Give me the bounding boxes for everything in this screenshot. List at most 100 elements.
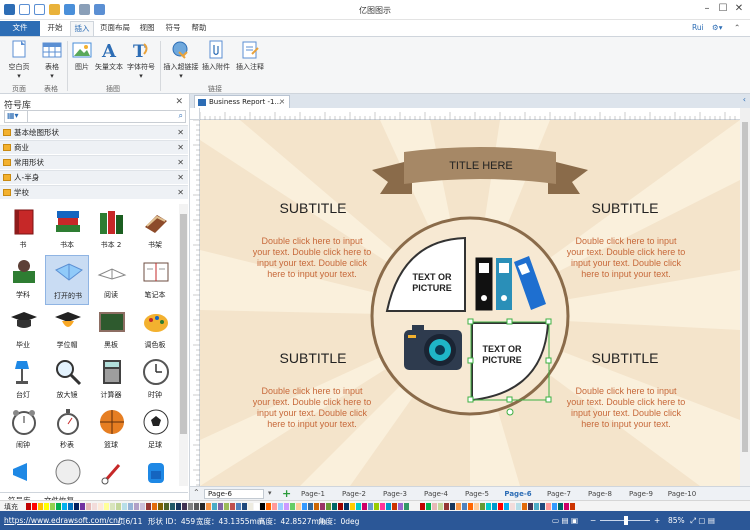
symbol-reading[interactable]: 阅读 bbox=[89, 255, 133, 305]
insert-note-button[interactable]: 插入注释 bbox=[234, 40, 266, 72]
library-category[interactable]: 商业 ✕ bbox=[0, 140, 188, 154]
color-swatch[interactable] bbox=[564, 503, 569, 510]
color-swatch[interactable] bbox=[474, 503, 479, 510]
color-swatch[interactable] bbox=[86, 503, 91, 510]
library-category[interactable]: 常用形状 ✕ bbox=[0, 155, 188, 169]
color-swatch[interactable] bbox=[296, 503, 301, 510]
symbol-blackboard[interactable]: 黑板 bbox=[89, 305, 133, 355]
color-swatch[interactable] bbox=[248, 503, 253, 510]
subtitle-bottom-left[interactable]: SUBTITLE bbox=[248, 350, 378, 366]
close-panel-icon[interactable]: ✕ bbox=[175, 97, 183, 107]
color-swatch[interactable] bbox=[134, 503, 139, 510]
color-swatch[interactable] bbox=[278, 503, 283, 510]
color-swatch[interactable] bbox=[398, 503, 403, 510]
canvas-scrollbar[interactable] bbox=[740, 108, 750, 486]
color-swatch[interactable] bbox=[314, 503, 319, 510]
color-swatch[interactable] bbox=[122, 503, 127, 510]
color-swatch[interactable] bbox=[206, 503, 211, 510]
subtitle-top-left[interactable]: SUBTITLE bbox=[248, 200, 378, 216]
color-swatch[interactable] bbox=[218, 503, 223, 510]
color-swatch[interactable] bbox=[92, 503, 97, 510]
close-category-icon[interactable]: ✕ bbox=[177, 126, 184, 139]
color-swatch[interactable] bbox=[528, 503, 533, 510]
page-dropdown-icon[interactable]: ▾ bbox=[268, 489, 272, 497]
page-collapse-icon[interactable]: ⌃ bbox=[193, 488, 200, 497]
symbol-desk-lamp[interactable]: 台灯 bbox=[1, 355, 45, 405]
color-swatch[interactable] bbox=[254, 503, 259, 510]
insert-hyperlink-button[interactable]: 插入超链接 ▾ bbox=[163, 40, 199, 80]
color-swatch[interactable] bbox=[236, 503, 241, 510]
tab-file[interactable]: 文件 bbox=[0, 21, 40, 36]
scrollbar-thumb[interactable] bbox=[180, 214, 187, 434]
color-swatch[interactable] bbox=[552, 503, 557, 510]
page-tab[interactable]: Page-1 bbox=[292, 490, 334, 498]
color-swatch[interactable] bbox=[320, 503, 325, 510]
color-swatch[interactable] bbox=[50, 503, 55, 510]
color-swatch[interactable] bbox=[74, 503, 79, 510]
zoom-level[interactable]: 85% bbox=[668, 516, 685, 525]
symbol-notebook[interactable]: 笔记本 bbox=[133, 255, 177, 305]
color-swatch[interactable] bbox=[104, 503, 109, 510]
symbol-bookshelf[interactable]: 书架 bbox=[133, 205, 177, 255]
color-swatch[interactable] bbox=[26, 503, 31, 510]
color-swatch[interactable] bbox=[456, 503, 461, 510]
color-swatch[interactable] bbox=[498, 503, 503, 510]
page-tab[interactable]: Page-8 bbox=[579, 490, 621, 498]
symbol-graduation[interactable]: 毕业 bbox=[1, 305, 45, 355]
color-swatch[interactable] bbox=[332, 503, 337, 510]
scrollbar-thumb[interactable] bbox=[742, 122, 748, 452]
symbol-stopwatch[interactable]: 秒表 bbox=[45, 405, 89, 455]
color-swatch[interactable] bbox=[170, 503, 175, 510]
body-text-bottom-left[interactable]: Double click here to input your text. Do… bbox=[252, 386, 372, 430]
symbol-mortarboard[interactable]: 学位帽 bbox=[45, 305, 89, 355]
color-swatch[interactable] bbox=[374, 503, 379, 510]
page-selector[interactable]: Page-6 bbox=[204, 489, 264, 499]
color-swatch[interactable] bbox=[152, 503, 157, 510]
color-swatch[interactable] bbox=[326, 503, 331, 510]
tab-view[interactable]: 视图 bbox=[134, 21, 160, 36]
color-swatch[interactable] bbox=[450, 503, 455, 510]
color-swatch[interactable] bbox=[350, 503, 355, 510]
color-swatch[interactable] bbox=[368, 503, 373, 510]
symbol-book[interactable]: 书 bbox=[1, 205, 45, 255]
zoom-out-icon[interactable]: − bbox=[590, 516, 596, 525]
color-swatch[interactable] bbox=[140, 503, 145, 510]
color-swatch[interactable] bbox=[158, 503, 163, 510]
body-text-bottom-right[interactable]: Double click here to input your text. Do… bbox=[566, 386, 686, 430]
color-swatch[interactable] bbox=[308, 503, 313, 510]
color-swatch[interactable] bbox=[128, 503, 133, 510]
zoom-in-icon[interactable]: + bbox=[654, 516, 660, 525]
color-swatch[interactable] bbox=[546, 503, 551, 510]
settings-gear-icon[interactable]: ⚙▾ bbox=[712, 23, 723, 32]
color-swatch[interactable] bbox=[200, 503, 205, 510]
color-swatch[interactable] bbox=[492, 503, 497, 510]
color-swatch[interactable] bbox=[266, 503, 271, 510]
title-text[interactable]: TITLE HERE bbox=[426, 160, 536, 172]
color-swatch[interactable] bbox=[522, 503, 527, 510]
zoom-slider-thumb[interactable] bbox=[624, 516, 628, 525]
color-swatch[interactable] bbox=[260, 503, 265, 510]
color-swatch[interactable] bbox=[38, 503, 43, 510]
page-tab[interactable]: Page-7 bbox=[538, 490, 580, 498]
body-text-top-right[interactable]: Double click here to input your text. Do… bbox=[566, 236, 686, 280]
symbol-open-book[interactable]: 打开的书 bbox=[45, 255, 89, 305]
color-swatch[interactable] bbox=[504, 503, 509, 510]
library-category[interactable]: 学校 ✕ bbox=[0, 185, 188, 199]
document-tab[interactable]: Business Report -1... ✕ bbox=[194, 95, 290, 108]
tab-home[interactable]: 开始 bbox=[40, 21, 70, 36]
user-name[interactable]: Rui bbox=[692, 23, 704, 32]
close-category-icon[interactable]: ✕ bbox=[177, 141, 184, 154]
color-swatch[interactable] bbox=[44, 503, 49, 510]
website-link[interactable]: https://www.edrawsoft.com/cn/ bbox=[4, 516, 120, 525]
color-swatch[interactable] bbox=[212, 503, 217, 510]
color-swatch[interactable] bbox=[486, 503, 491, 510]
library-category[interactable]: 基本绘图形状 ✕ bbox=[0, 125, 188, 139]
color-swatch[interactable] bbox=[386, 503, 391, 510]
table-button[interactable]: 表格 ▾ bbox=[40, 40, 64, 80]
color-swatch[interactable] bbox=[284, 503, 289, 510]
color-swatch[interactable] bbox=[116, 503, 121, 510]
collapse-right-icon[interactable]: ‹ bbox=[743, 95, 746, 104]
add-page-icon[interactable]: + bbox=[282, 487, 291, 500]
color-swatch[interactable] bbox=[362, 503, 367, 510]
color-swatch[interactable] bbox=[540, 503, 545, 510]
